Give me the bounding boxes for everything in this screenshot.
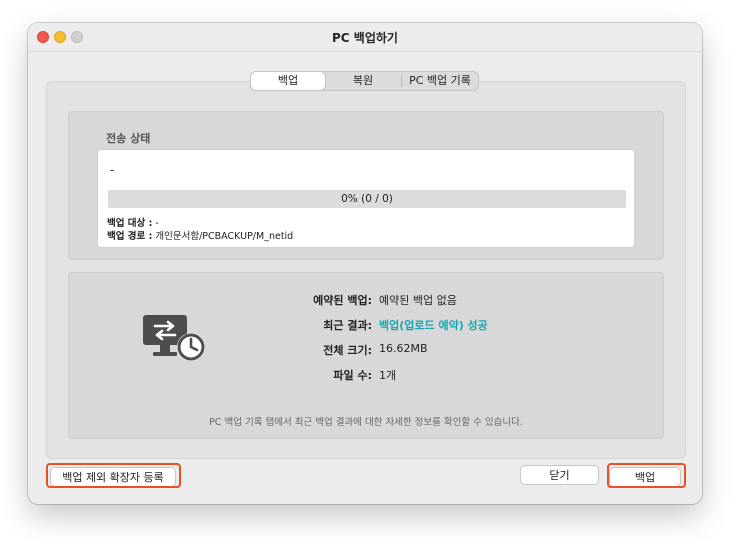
tab-bar: 백업 복원 PC 백업 기록	[250, 71, 479, 91]
progress-bar: 0% (0 / 0)	[108, 190, 626, 208]
backup-path-value: 개인문서함/PCBACKUP/M_netid	[155, 231, 294, 242]
transfer-status-box: - 0% (0 / 0) 백업 대상 : - 백업 경로 : 개인문서함/PCB…	[97, 149, 635, 248]
title-bar: PC 백업하기	[28, 23, 702, 52]
backup-monitor-clock-icon	[143, 315, 205, 361]
file-count-row: 파일 수:	[249, 367, 372, 382]
recent-result-label: 최근 결과:	[323, 319, 372, 332]
recent-result-row: 최근 결과:	[249, 317, 372, 332]
backup-window: PC 백업하기 백업 복원 PC 백업 기록 전송 상태 - 0% (0 / 0…	[28, 23, 702, 504]
transfer-status-heading: 전송 상태	[106, 132, 151, 145]
backup-path-label: 백업 경로 :	[107, 231, 153, 242]
backup-path-line: 백업 경로 : 개인문서함/PCBACKUP/M_netid	[107, 228, 293, 242]
tab-backup-history[interactable]: PC 백업 기록	[402, 72, 478, 90]
close-button[interactable]: 닫기	[520, 465, 599, 485]
total-size-label: 전체 크기:	[323, 344, 372, 357]
file-count-value: 1개	[379, 369, 397, 382]
tab-backup[interactable]: 백업	[251, 72, 325, 90]
tab-restore[interactable]: 복원	[325, 72, 401, 90]
exclude-extension-highlight	[46, 463, 181, 488]
transfer-status-panel: 전송 상태 - 0% (0 / 0) 백업 대상 : - 백업 경로 : 개인문…	[68, 111, 664, 260]
scheduled-backup-row: 예약된 백업:	[249, 292, 372, 307]
backup-history-hint: PC 백업 기록 탭에서 최근 백업 결과에 대한 자세한 정보를 확인할 수 …	[209, 417, 523, 428]
scheduled-backup-label: 예약된 백업:	[313, 294, 372, 307]
backup-button-highlight	[607, 463, 686, 488]
backup-summary-panel: 예약된 백업: 예약된 백업 없음 최근 결과: 백업(업로드 예약) 성공 전…	[68, 272, 664, 439]
total-size-row: 전체 크기:	[249, 342, 372, 357]
recent-result-value: 백업(업로드 예약) 성공	[379, 319, 488, 332]
backup-target-line: 백업 대상 : -	[107, 215, 159, 229]
file-count-label: 파일 수:	[333, 369, 372, 382]
total-size-value: 16.62MB	[379, 342, 428, 355]
current-file-text: -	[110, 163, 115, 177]
scheduled-backup-value: 예약된 백업 없음	[379, 294, 457, 307]
window-title: PC 백업하기	[332, 31, 398, 45]
progress-text: 0% (0 / 0)	[341, 193, 393, 205]
